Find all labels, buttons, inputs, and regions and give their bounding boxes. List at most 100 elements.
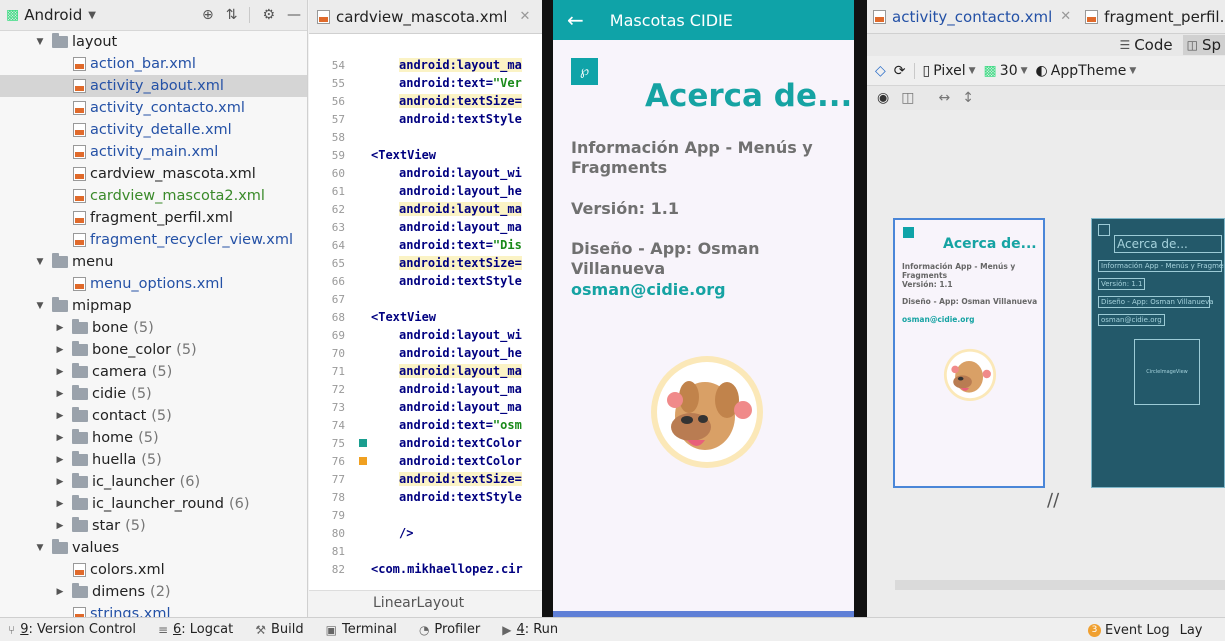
- tree-file-item[interactable]: action_bar.xml: [0, 53, 307, 75]
- blueprint-preview[interactable]: Acerca de... Información App - Menús y F…: [1091, 218, 1225, 488]
- resize-handle-icon[interactable]: ∕∕: [1047, 490, 1059, 511]
- breadcrumb[interactable]: LinearLayout: [309, 590, 554, 617]
- tree-folder-item[interactable]: ▼ layout: [0, 31, 307, 53]
- expand-arrow-icon[interactable]: ▼: [34, 257, 46, 267]
- collapse-arrow-icon[interactable]: ▶: [54, 389, 66, 399]
- code-line[interactable]: 76 android:textColor: [309, 452, 554, 470]
- code-line[interactable]: 75 android:textColor: [309, 434, 554, 452]
- tree-folder-item[interactable]: ▼ menu: [0, 251, 307, 273]
- horizontal-arrows-icon[interactable]: ↔: [938, 90, 950, 106]
- tree-folder-item[interactable]: ▶ huella (5): [0, 449, 307, 471]
- tree-file-item[interactable]: activity_main.xml: [0, 141, 307, 163]
- code-line[interactable]: 71 android:layout_ma: [309, 362, 554, 380]
- color-swatch-icon[interactable]: [359, 457, 367, 465]
- tree-file-item[interactable]: fragment_recycler_view.xml: [0, 229, 307, 251]
- tab-activity-contacto[interactable]: activity_contacto.xml ✕: [873, 8, 1071, 26]
- tool-window-button[interactable]: ◔ Profiler: [419, 622, 480, 637]
- tool-window-button[interactable]: ⑂ 9: Version Control: [8, 622, 136, 637]
- design-canvas[interactable]: Acerca de... Información App - Menús y F…: [867, 110, 1225, 617]
- code-line[interactable]: 77 android:textSize=: [309, 470, 554, 488]
- expand-arrow-icon[interactable]: ▼: [34, 543, 46, 553]
- code-lines[interactable]: 54 android:layout_ma 55 android:text="Ver 56…: [309, 56, 554, 578]
- tree-folder-item[interactable]: ▶ ic_launcher_round (6): [0, 493, 307, 515]
- gear-icon[interactable]: ⚙: [262, 7, 275, 23]
- design-preview[interactable]: Acerca de... Información App - Menús y F…: [893, 218, 1045, 488]
- tree-folder-item[interactable]: ▶ contact (5): [0, 405, 307, 427]
- collapse-arrow-icon[interactable]: ▶: [54, 499, 66, 509]
- close-icon[interactable]: ✕: [1060, 9, 1071, 24]
- locate-icon[interactable]: ⊕: [202, 7, 214, 23]
- code-line[interactable]: 74 android:text="osm: [309, 416, 554, 434]
- collapse-all-icon[interactable]: ⇅: [226, 7, 238, 23]
- email-text[interactable]: osman@cidie.org: [571, 280, 831, 300]
- collapse-arrow-icon[interactable]: ▶: [54, 587, 66, 597]
- code-line[interactable]: 81: [309, 542, 554, 560]
- code-line[interactable]: 58: [309, 128, 554, 146]
- tool-window-button[interactable]: ▣ Terminal: [326, 622, 397, 637]
- code-line[interactable]: 61 android:layout_he: [309, 182, 554, 200]
- columns-icon[interactable]: ◫: [901, 90, 914, 106]
- code-line[interactable]: 64 android:text="Dis: [309, 236, 554, 254]
- tree-file-item[interactable]: activity_contacto.xml: [0, 97, 307, 119]
- tree-folder-item[interactable]: ▶ dimens (2): [0, 581, 307, 603]
- color-swatch-icon[interactable]: [359, 439, 367, 447]
- horizontal-scrollbar[interactable]: [895, 580, 1225, 590]
- collapse-arrow-icon[interactable]: ▶: [54, 345, 66, 355]
- code-line[interactable]: 79: [309, 506, 554, 524]
- tree-folder-item[interactable]: ▶ bone (5): [0, 317, 307, 339]
- code-line[interactable]: 67: [309, 290, 554, 308]
- tool-window-button[interactable]: ≡ 6: Logcat: [158, 622, 233, 637]
- tree-folder-item[interactable]: ▶ camera (5): [0, 361, 307, 383]
- tree-file-item[interactable]: cardview_mascota.xml: [0, 163, 307, 185]
- collapse-arrow-icon[interactable]: ▶: [54, 477, 66, 487]
- collapse-arrow-icon[interactable]: ▶: [54, 411, 66, 421]
- layers-icon[interactable]: ◇: [875, 63, 886, 79]
- hide-icon[interactable]: —: [287, 7, 301, 23]
- tool-window-button[interactable]: ⚒ Build: [255, 622, 303, 637]
- tree-folder-item[interactable]: ▼ values: [0, 537, 307, 559]
- code-line[interactable]: 60 android:layout_wi: [309, 164, 554, 182]
- code-line[interactable]: 78 android:textStyle: [309, 488, 554, 506]
- collapse-arrow-icon[interactable]: ▶: [54, 455, 66, 465]
- tree-file-item[interactable]: activity_about.xml: [0, 75, 307, 97]
- tool-window-button[interactable]: ▶ 4: Run: [502, 622, 558, 637]
- code-line[interactable]: 57 android:textStyle: [309, 110, 554, 128]
- collapse-arrow-icon[interactable]: ▶: [54, 323, 66, 333]
- theme-selector[interactable]: ◐ AppTheme ▼: [1036, 63, 1137, 79]
- code-line[interactable]: 69 android:layout_wi: [309, 326, 554, 344]
- device-selector[interactable]: ▯ Pixel ▼: [923, 63, 976, 79]
- code-line[interactable]: 82 <com.mikhaellopez.cir: [309, 560, 554, 578]
- tree-file-item[interactable]: strings.xml: [0, 603, 307, 617]
- tree-file-item[interactable]: fragment_perfil.xml: [0, 207, 307, 229]
- code-line[interactable]: 54 android:layout_ma: [309, 56, 554, 74]
- code-line[interactable]: 70 android:layout_he: [309, 344, 554, 362]
- tree-file-item[interactable]: cardview_mascota2.xml: [0, 185, 307, 207]
- tree-file-item[interactable]: colors.xml: [0, 559, 307, 581]
- emulator-screen[interactable]: ← Mascotas CIDIE ℘ Acerca de... Informac…: [553, 0, 854, 641]
- tree-file-item[interactable]: activity_detalle.xml: [0, 119, 307, 141]
- chevron-down-icon[interactable]: ▼: [88, 10, 96, 21]
- project-view-selector[interactable]: Android: [24, 6, 82, 24]
- layout-inspector-button[interactable]: Lay: [1180, 623, 1203, 638]
- code-line[interactable]: 66 android:textStyle: [309, 272, 554, 290]
- code-line[interactable]: 72 android:layout_ma: [309, 380, 554, 398]
- eye-icon[interactable]: ◉: [877, 90, 889, 106]
- tab-cardview-mascota[interactable]: cardview_mascota.xml ✕: [317, 8, 530, 26]
- code-line[interactable]: 65 android:textSize=: [309, 254, 554, 272]
- code-line[interactable]: 62 android:layout_ma: [309, 200, 554, 218]
- collapse-arrow-icon[interactable]: ▶: [54, 433, 66, 443]
- expand-arrow-icon[interactable]: ▼: [34, 301, 46, 311]
- tree-folder-item[interactable]: ▶ ic_launcher (6): [0, 471, 307, 493]
- tree-folder-item[interactable]: ▶ bone_color (5): [0, 339, 307, 361]
- code-line[interactable]: 68 <TextView: [309, 308, 554, 326]
- code-line[interactable]: 80 />: [309, 524, 554, 542]
- collapse-arrow-icon[interactable]: ▶: [54, 367, 66, 377]
- code-view-button[interactable]: ☰ Code: [1119, 36, 1172, 54]
- tree-file-item[interactable]: menu_options.xml: [0, 273, 307, 295]
- code-line[interactable]: 59 <TextView: [309, 146, 554, 164]
- vertical-arrows-icon[interactable]: ↕: [962, 90, 974, 106]
- back-arrow-icon[interactable]: ←: [567, 8, 584, 32]
- api-level-selector[interactable]: ▩ 30 ▼: [984, 63, 1028, 79]
- orientation-icon[interactable]: ⟳: [894, 63, 906, 79]
- split-view-button[interactable]: ◫ Sp: [1182, 35, 1225, 55]
